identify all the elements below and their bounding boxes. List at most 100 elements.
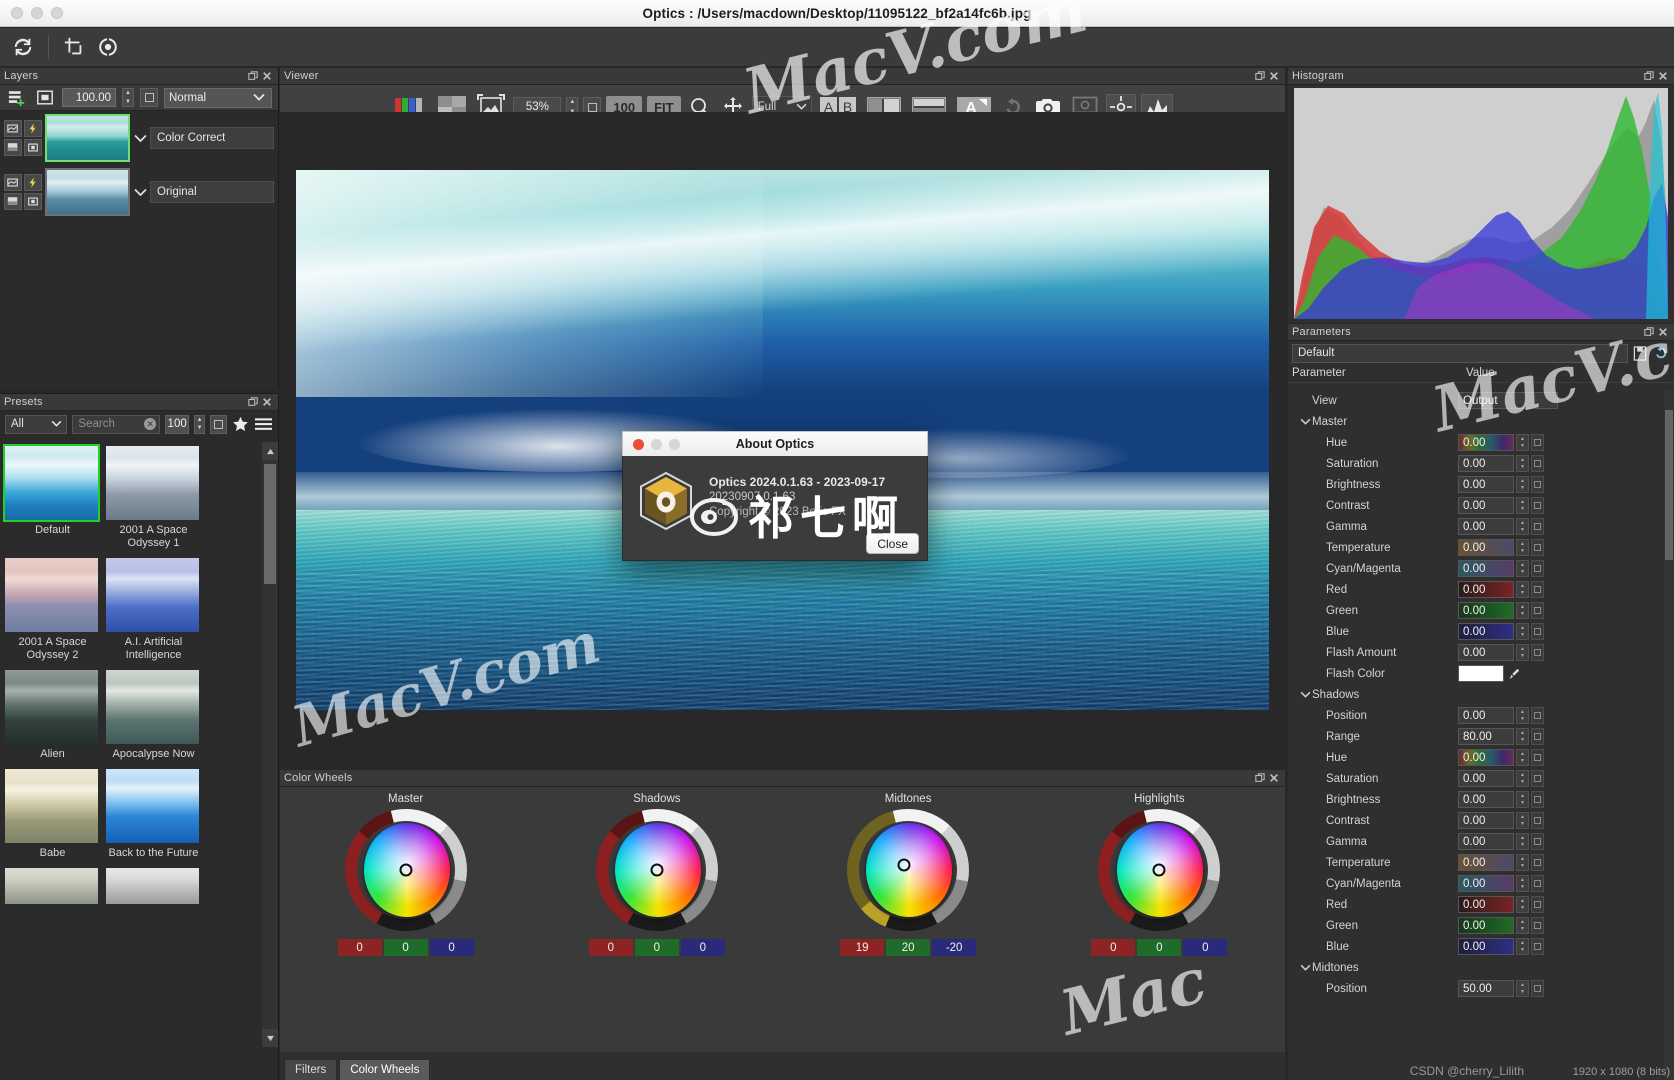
parameter-value-input[interactable]: 0.00 <box>1458 518 1514 535</box>
parameter-value-input[interactable]: 0.00 <box>1458 791 1514 808</box>
float-panel-icon[interactable] <box>1253 772 1267 785</box>
parameter-value-input[interactable]: 0.00 <box>1458 875 1514 892</box>
crop-icon[interactable] <box>59 33 89 61</box>
about-close-action-button[interactable]: Close <box>866 533 919 554</box>
parameter-keyframe-button[interactable] <box>1531 539 1544 556</box>
layer-visibility-icon[interactable] <box>4 120 22 137</box>
parameter-spinner[interactable]: ▲ ▼ <box>1516 497 1529 514</box>
parameter-keyframe-button[interactable] <box>1531 581 1544 598</box>
float-panel-icon[interactable] <box>246 396 260 409</box>
parameters-list[interactable]: View Output Master Hue 0.00 ▲ ▼ Saturation 0.00 ▲… <box>1288 390 1664 1080</box>
parameter-spinner[interactable]: ▲ ▼ <box>1516 770 1529 787</box>
parameter-keyframe-button[interactable] <box>1531 560 1544 577</box>
color-wheel-control[interactable] <box>847 809 970 931</box>
parameter-value-input[interactable]: 0.00 <box>1458 602 1514 619</box>
clear-search-icon[interactable]: ✕ <box>144 418 157 430</box>
color-wheel-red-value[interactable]: 0 <box>337 939 382 956</box>
parameter-row[interactable]: Temperature 0.00 ▲ ▼ <box>1288 537 1664 558</box>
parameter-row[interactable]: Contrast 0.00 ▲ ▼ <box>1288 495 1664 516</box>
parameter-row[interactable]: Hue 0.00 ▲ ▼ <box>1288 747 1664 768</box>
parameter-value-input[interactable]: 0.00 <box>1458 749 1514 766</box>
parameter-value-input[interactable]: 0.00 <box>1458 707 1514 724</box>
parameter-spinner[interactable]: ▲ ▼ <box>1516 602 1529 619</box>
color-wheel-handle[interactable] <box>897 858 911 872</box>
parameter-row[interactable]: Gamma 0.00 ▲ ▼ <box>1288 831 1664 852</box>
preset-item[interactable]: 2001 A Space Odyssey 1 <box>104 444 203 554</box>
layer-name-label[interactable]: Original <box>150 181 274 203</box>
parameter-row[interactable]: Position 50.00 ▲ ▼ <box>1288 978 1664 999</box>
layer-properties-icon[interactable] <box>34 88 56 108</box>
tab-color-wheels[interactable]: Color Wheels <box>339 1059 431 1080</box>
parameter-spinner[interactable]: ▲ ▼ <box>1516 560 1529 577</box>
preset-item[interactable] <box>104 866 203 906</box>
parameter-spinner[interactable]: ▲ ▼ <box>1516 623 1529 640</box>
parameter-keyframe-button[interactable] <box>1531 497 1544 514</box>
parameter-spinner[interactable]: ▲ ▼ <box>1516 854 1529 871</box>
parameter-row[interactable]: Range 80.00 ▲ ▼ <box>1288 726 1664 747</box>
preset-item[interactable]: A.I. Artificial Intelligence <box>104 556 203 666</box>
parameter-select[interactable]: Output <box>1458 392 1558 409</box>
parameter-spinner[interactable]: ▲ ▼ <box>1516 980 1529 997</box>
parameter-value-input[interactable]: 0.00 <box>1458 434 1514 451</box>
parameter-spinner[interactable]: ▲ ▼ <box>1516 917 1529 934</box>
parameter-row[interactable]: Brightness 0.00 ▲ ▼ <box>1288 789 1664 810</box>
favorite-star-icon[interactable] <box>232 414 250 434</box>
close-panel-icon[interactable] <box>260 70 274 83</box>
parameter-row[interactable]: Red 0.00 ▲ ▼ <box>1288 579 1664 600</box>
layer-mask-icon[interactable] <box>4 193 22 210</box>
close-panel-icon[interactable] <box>260 396 274 409</box>
parameter-group-row[interactable]: Midtones <box>1288 957 1664 978</box>
parameter-keyframe-button[interactable] <box>1531 434 1544 451</box>
color-wheel-handle[interactable] <box>399 863 413 877</box>
parameter-value-input[interactable]: 0.00 <box>1458 623 1514 640</box>
parameter-row[interactable]: Green 0.00 ▲ ▼ <box>1288 600 1664 621</box>
parameter-row[interactable]: Cyan/Magenta 0.00 ▲ ▼ <box>1288 558 1664 579</box>
parameter-value-input[interactable]: 0.00 <box>1458 854 1514 871</box>
layer-opacity-keyframe-button[interactable] <box>140 88 158 107</box>
layer-transform-icon[interactable] <box>24 193 42 210</box>
parameter-value-input[interactable]: 0.00 <box>1458 938 1514 955</box>
parameter-keyframe-button[interactable] <box>1531 644 1544 661</box>
color-wheel-green-value[interactable]: 0 <box>1137 939 1182 956</box>
parameter-row[interactable]: Green 0.00 ▲ ▼ <box>1288 915 1664 936</box>
preset-item[interactable]: Alien <box>3 668 102 765</box>
parameter-value-input[interactable]: 0.00 <box>1458 833 1514 850</box>
layer-thumbnail[interactable] <box>45 114 130 162</box>
parameter-value-input[interactable]: 0.00 <box>1458 812 1514 829</box>
parameter-keyframe-button[interactable] <box>1531 623 1544 640</box>
tab-filters[interactable]: Filters <box>284 1059 338 1080</box>
presets-category-select[interactable]: All <box>5 414 68 434</box>
parameter-group-row[interactable]: Master <box>1288 411 1664 432</box>
parameter-value-input[interactable]: 0.00 <box>1458 497 1514 514</box>
parameter-spinner[interactable]: ▲ ▼ <box>1516 518 1529 535</box>
layer-mask-icon[interactable] <box>4 139 22 156</box>
parameter-spinner[interactable]: ▲ ▼ <box>1516 728 1529 745</box>
parameter-keyframe-button[interactable] <box>1531 749 1544 766</box>
float-panel-icon[interactable] <box>1642 326 1656 339</box>
layer-transform-icon[interactable] <box>24 139 42 156</box>
layer-row[interactable]: Original <box>0 165 278 219</box>
parameter-value-input[interactable]: 0.00 <box>1458 476 1514 493</box>
parameter-value-input[interactable]: 0.00 <box>1458 539 1514 556</box>
parameter-keyframe-button[interactable] <box>1531 476 1544 493</box>
layer-effect-icon[interactable] <box>24 174 42 191</box>
layer-blend-mode-select[interactable]: Normal <box>164 87 272 108</box>
parameters-scrollbar[interactable] <box>1664 390 1674 1080</box>
parameter-keyframe-button[interactable] <box>1531 980 1544 997</box>
parameter-row[interactable]: Blue 0.00 ▲ ▼ <box>1288 621 1664 642</box>
parameters-scroll-thumb[interactable] <box>1665 410 1673 560</box>
add-layer-icon[interactable] <box>6 88 28 108</box>
preset-item[interactable]: 2001 A Space Odyssey 2 <box>3 556 102 666</box>
parameter-value-input[interactable]: 50.00 <box>1458 980 1514 997</box>
parameter-value-input[interactable]: 0.00 <box>1458 770 1514 787</box>
parameters-preset-select[interactable]: Default <box>1292 343 1628 363</box>
float-panel-icon[interactable] <box>1253 70 1267 83</box>
parameter-row[interactable]: Saturation 0.00 ▲ ▼ <box>1288 768 1664 789</box>
save-preset-icon[interactable] <box>1631 344 1649 363</box>
presets-scroll-thumb[interactable] <box>264 464 276 584</box>
close-panel-icon[interactable] <box>1656 70 1670 83</box>
parameter-row[interactable]: Temperature 0.00 ▲ ▼ <box>1288 852 1664 873</box>
presets-menu-icon[interactable] <box>255 414 273 434</box>
parameter-keyframe-button[interactable] <box>1531 770 1544 787</box>
refresh-icon[interactable] <box>8 33 38 61</box>
